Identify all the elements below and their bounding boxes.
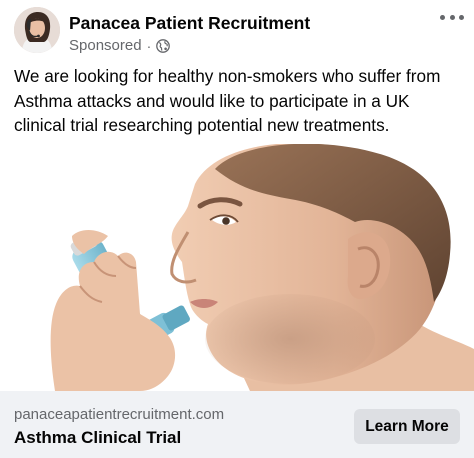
avatar-image bbox=[14, 7, 60, 53]
page-avatar[interactable] bbox=[14, 7, 60, 53]
post-caption: We are looking for healthy non-smokers w… bbox=[14, 66, 441, 135]
more-horizontal-icon bbox=[449, 14, 455, 20]
sponsored-post: Panacea Patient Recruitment Sponsored · … bbox=[0, 0, 474, 458]
link-domain: panaceapatientrecruitment.com bbox=[14, 406, 225, 423]
ad-link-footer[interactable]: panaceapatientrecruitment.com Asthma Cli… bbox=[0, 391, 474, 458]
post-meta: Sponsored · bbox=[69, 37, 171, 54]
more-options-button[interactable] bbox=[440, 8, 464, 26]
meta-separator: · bbox=[146, 37, 152, 54]
page-name[interactable]: Panacea Patient Recruitment bbox=[69, 13, 310, 34]
ad-image[interactable] bbox=[0, 144, 474, 391]
sponsored-label[interactable]: Sponsored bbox=[69, 37, 142, 54]
globe-icon[interactable] bbox=[156, 38, 171, 53]
learn-more-button[interactable]: Learn More bbox=[354, 409, 460, 444]
link-title[interactable]: Asthma Clinical Trial bbox=[14, 428, 181, 448]
more-horizontal-icon bbox=[440, 14, 445, 20]
more-horizontal-icon bbox=[459, 14, 464, 20]
